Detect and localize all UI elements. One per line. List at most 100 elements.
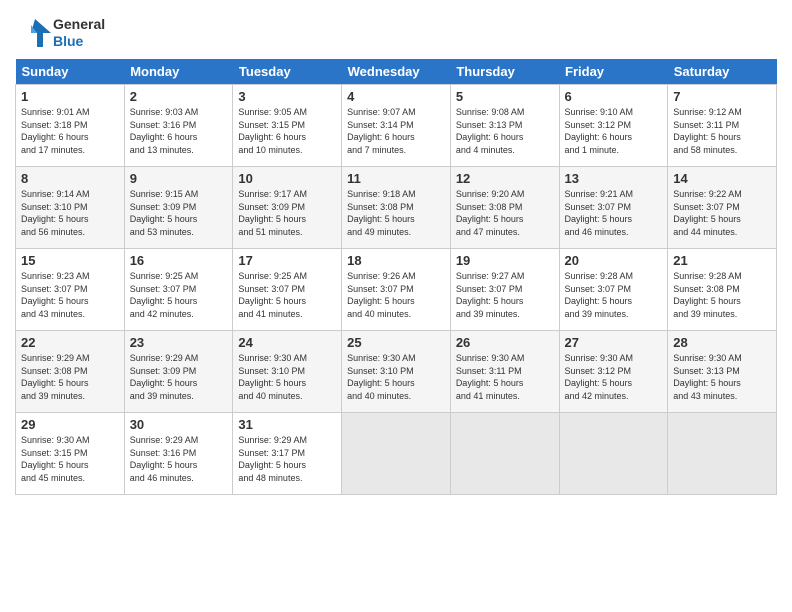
day-number: 2 bbox=[130, 89, 228, 104]
day-number: 4 bbox=[347, 89, 445, 104]
day-info: Sunrise: 9:07 AM Sunset: 3:14 PM Dayligh… bbox=[347, 106, 445, 156]
weekday-header-tuesday: Tuesday bbox=[233, 59, 342, 85]
day-info: Sunrise: 9:21 AM Sunset: 3:07 PM Dayligh… bbox=[565, 188, 663, 238]
calendar-day-cell: 7 Sunrise: 9:12 AM Sunset: 3:11 PM Daylig… bbox=[668, 85, 777, 167]
calendar-empty-cell bbox=[668, 413, 777, 495]
day-info: Sunrise: 9:26 AM Sunset: 3:07 PM Dayligh… bbox=[347, 270, 445, 320]
day-number: 9 bbox=[130, 171, 228, 186]
weekday-header-monday: Monday bbox=[124, 59, 233, 85]
day-number: 10 bbox=[238, 171, 336, 186]
day-number: 24 bbox=[238, 335, 336, 350]
day-number: 25 bbox=[347, 335, 445, 350]
day-number: 19 bbox=[456, 253, 554, 268]
day-info: Sunrise: 9:17 AM Sunset: 3:09 PM Dayligh… bbox=[238, 188, 336, 238]
day-number: 3 bbox=[238, 89, 336, 104]
day-info: Sunrise: 9:22 AM Sunset: 3:07 PM Dayligh… bbox=[673, 188, 771, 238]
day-info: Sunrise: 9:29 AM Sunset: 3:09 PM Dayligh… bbox=[130, 352, 228, 402]
calendar-week-row: 1 Sunrise: 9:01 AM Sunset: 3:18 PM Daylig… bbox=[16, 85, 777, 167]
day-info: Sunrise: 9:14 AM Sunset: 3:10 PM Dayligh… bbox=[21, 188, 119, 238]
calendar-day-cell: 16Sunrise: 9:25 AM Sunset: 3:07 PM Dayli… bbox=[124, 249, 233, 331]
calendar-day-cell: 1 Sunrise: 9:01 AM Sunset: 3:18 PM Daylig… bbox=[16, 85, 125, 167]
logo-blue: Blue bbox=[53, 33, 105, 50]
calendar-day-cell: 3Sunrise: 9:05 AM Sunset: 3:15 PM Daylig… bbox=[233, 85, 342, 167]
day-number: 15 bbox=[21, 253, 119, 268]
calendar-day-cell: 19 Sunrise: 9:27 AM Sunset: 3:07 PM Dayli… bbox=[450, 249, 559, 331]
calendar-week-row: 29 Sunrise: 9:30 AM Sunset: 3:15 PM Dayli… bbox=[16, 413, 777, 495]
day-info: Sunrise: 9:15 AM Sunset: 3:09 PM Dayligh… bbox=[130, 188, 228, 238]
calendar-day-cell: 11Sunrise: 9:18 AM Sunset: 3:08 PM Dayli… bbox=[342, 167, 451, 249]
calendar-week-row: 15 Sunrise: 9:23 AM Sunset: 3:07 PM Dayli… bbox=[16, 249, 777, 331]
day-info: Sunrise: 9:29 AM Sunset: 3:08 PM Dayligh… bbox=[21, 352, 119, 402]
day-number: 29 bbox=[21, 417, 119, 432]
page-container: General Blue SundayMondayTuesdayWednesda… bbox=[0, 0, 792, 505]
calendar-day-cell: 15 Sunrise: 9:23 AM Sunset: 3:07 PM Dayli… bbox=[16, 249, 125, 331]
calendar-day-cell: 31Sunrise: 9:29 AM Sunset: 3:17 PM Dayli… bbox=[233, 413, 342, 495]
calendar-day-cell: 30 Sunrise: 9:29 AM Sunset: 3:16 PM Dayli… bbox=[124, 413, 233, 495]
calendar-day-cell: 26Sunrise: 9:30 AM Sunset: 3:11 PM Dayli… bbox=[450, 331, 559, 413]
day-info: Sunrise: 9:30 AM Sunset: 3:15 PM Dayligh… bbox=[21, 434, 119, 484]
calendar-week-row: 8 Sunrise: 9:14 AM Sunset: 3:10 PM Daylig… bbox=[16, 167, 777, 249]
day-info: Sunrise: 9:01 AM Sunset: 3:18 PM Dayligh… bbox=[21, 106, 119, 156]
weekday-header-friday: Friday bbox=[559, 59, 668, 85]
day-number: 18 bbox=[347, 253, 445, 268]
day-info: Sunrise: 9:28 AM Sunset: 3:08 PM Dayligh… bbox=[673, 270, 771, 320]
calendar-day-cell: 6 Sunrise: 9:10 AM Sunset: 3:12 PM Daylig… bbox=[559, 85, 668, 167]
header: General Blue bbox=[15, 10, 777, 51]
day-number: 20 bbox=[565, 253, 663, 268]
calendar-day-cell: 10 Sunrise: 9:17 AM Sunset: 3:09 PM Dayli… bbox=[233, 167, 342, 249]
calendar-empty-cell bbox=[450, 413, 559, 495]
calendar-day-cell: 22 Sunrise: 9:29 AM Sunset: 3:08 PM Dayli… bbox=[16, 331, 125, 413]
day-info: Sunrise: 9:10 AM Sunset: 3:12 PM Dayligh… bbox=[565, 106, 663, 156]
weekday-header-saturday: Saturday bbox=[668, 59, 777, 85]
calendar-day-cell: 25 Sunrise: 9:30 AM Sunset: 3:10 PM Dayli… bbox=[342, 331, 451, 413]
calendar-day-cell: 24 Sunrise: 9:30 AM Sunset: 3:10 PM Dayli… bbox=[233, 331, 342, 413]
day-number: 17 bbox=[238, 253, 336, 268]
calendar-day-cell: 4 Sunrise: 9:07 AM Sunset: 3:14 PM Daylig… bbox=[342, 85, 451, 167]
day-info: Sunrise: 9:30 AM Sunset: 3:10 PM Dayligh… bbox=[347, 352, 445, 402]
day-info: Sunrise: 9:30 AM Sunset: 3:13 PM Dayligh… bbox=[673, 352, 771, 402]
day-number: 26 bbox=[456, 335, 554, 350]
day-info: Sunrise: 9:25 AM Sunset: 3:07 PM Dayligh… bbox=[130, 270, 228, 320]
day-info: Sunrise: 9:12 AM Sunset: 3:11 PM Dayligh… bbox=[673, 106, 771, 156]
calendar-day-cell: 29 Sunrise: 9:30 AM Sunset: 3:15 PM Dayli… bbox=[16, 413, 125, 495]
day-info: Sunrise: 9:23 AM Sunset: 3:07 PM Dayligh… bbox=[21, 270, 119, 320]
day-number: 8 bbox=[21, 171, 119, 186]
day-number: 27 bbox=[565, 335, 663, 350]
day-number: 7 bbox=[673, 89, 771, 104]
day-info: Sunrise: 9:28 AM Sunset: 3:07 PM Dayligh… bbox=[565, 270, 663, 320]
calendar-day-cell: 12Sunrise: 9:20 AM Sunset: 3:08 PM Dayli… bbox=[450, 167, 559, 249]
day-number: 28 bbox=[673, 335, 771, 350]
logo: General Blue bbox=[15, 15, 105, 51]
day-number: 14 bbox=[673, 171, 771, 186]
calendar-empty-cell bbox=[342, 413, 451, 495]
weekday-header-thursday: Thursday bbox=[450, 59, 559, 85]
calendar-day-cell: 13 Sunrise: 9:21 AM Sunset: 3:07 PM Dayli… bbox=[559, 167, 668, 249]
day-number: 23 bbox=[130, 335, 228, 350]
day-info: Sunrise: 9:27 AM Sunset: 3:07 PM Dayligh… bbox=[456, 270, 554, 320]
calendar-day-cell: 2 Sunrise: 9:03 AM Sunset: 3:16 PM Daylig… bbox=[124, 85, 233, 167]
calendar-day-cell: 9 Sunrise: 9:15 AM Sunset: 3:09 PM Daylig… bbox=[124, 167, 233, 249]
weekday-header-sunday: Sunday bbox=[16, 59, 125, 85]
day-number: 6 bbox=[565, 89, 663, 104]
calendar-day-cell: 5 Sunrise: 9:08 AM Sunset: 3:13 PM Daylig… bbox=[450, 85, 559, 167]
day-number: 21 bbox=[673, 253, 771, 268]
weekday-header-row: SundayMondayTuesdayWednesdayThursdayFrid… bbox=[16, 59, 777, 85]
day-number: 13 bbox=[565, 171, 663, 186]
calendar-empty-cell bbox=[559, 413, 668, 495]
day-info: Sunrise: 9:30 AM Sunset: 3:12 PM Dayligh… bbox=[565, 352, 663, 402]
day-info: Sunrise: 9:08 AM Sunset: 3:13 PM Dayligh… bbox=[456, 106, 554, 156]
day-number: 22 bbox=[21, 335, 119, 350]
logo-bird-icon bbox=[15, 15, 51, 51]
day-number: 11 bbox=[347, 171, 445, 186]
logo-general: General bbox=[53, 16, 105, 33]
day-info: Sunrise: 9:03 AM Sunset: 3:16 PM Dayligh… bbox=[130, 106, 228, 156]
day-info: Sunrise: 9:29 AM Sunset: 3:17 PM Dayligh… bbox=[238, 434, 336, 484]
day-info: Sunrise: 9:29 AM Sunset: 3:16 PM Dayligh… bbox=[130, 434, 228, 484]
day-number: 12 bbox=[456, 171, 554, 186]
day-info: Sunrise: 9:30 AM Sunset: 3:10 PM Dayligh… bbox=[238, 352, 336, 402]
calendar-day-cell: 28 Sunrise: 9:30 AM Sunset: 3:13 PM Dayli… bbox=[668, 331, 777, 413]
day-number: 1 bbox=[21, 89, 119, 104]
calendar-day-cell: 23 Sunrise: 9:29 AM Sunset: 3:09 PM Dayli… bbox=[124, 331, 233, 413]
day-number: 30 bbox=[130, 417, 228, 432]
day-number: 5 bbox=[456, 89, 554, 104]
